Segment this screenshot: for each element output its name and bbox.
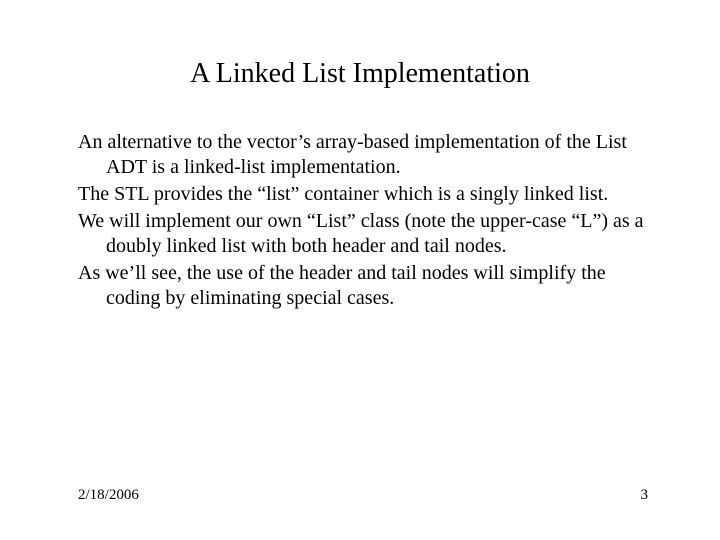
slide-title: A Linked List Implementation [0, 58, 720, 90]
footer-page-number: 3 [641, 487, 649, 504]
body-paragraph: As we’ll see, the use of the header and … [78, 261, 658, 311]
footer-date: 2/18/2006 [78, 487, 139, 504]
body-paragraph: We will implement our own “List” class (… [78, 209, 658, 259]
slide: A Linked List Implementation An alternat… [0, 0, 720, 540]
body-paragraph: The STL provides the “list” container wh… [78, 182, 658, 207]
slide-body: An alternative to the vector’s array-bas… [78, 130, 658, 313]
body-paragraph: An alternative to the vector’s array-bas… [78, 130, 658, 180]
